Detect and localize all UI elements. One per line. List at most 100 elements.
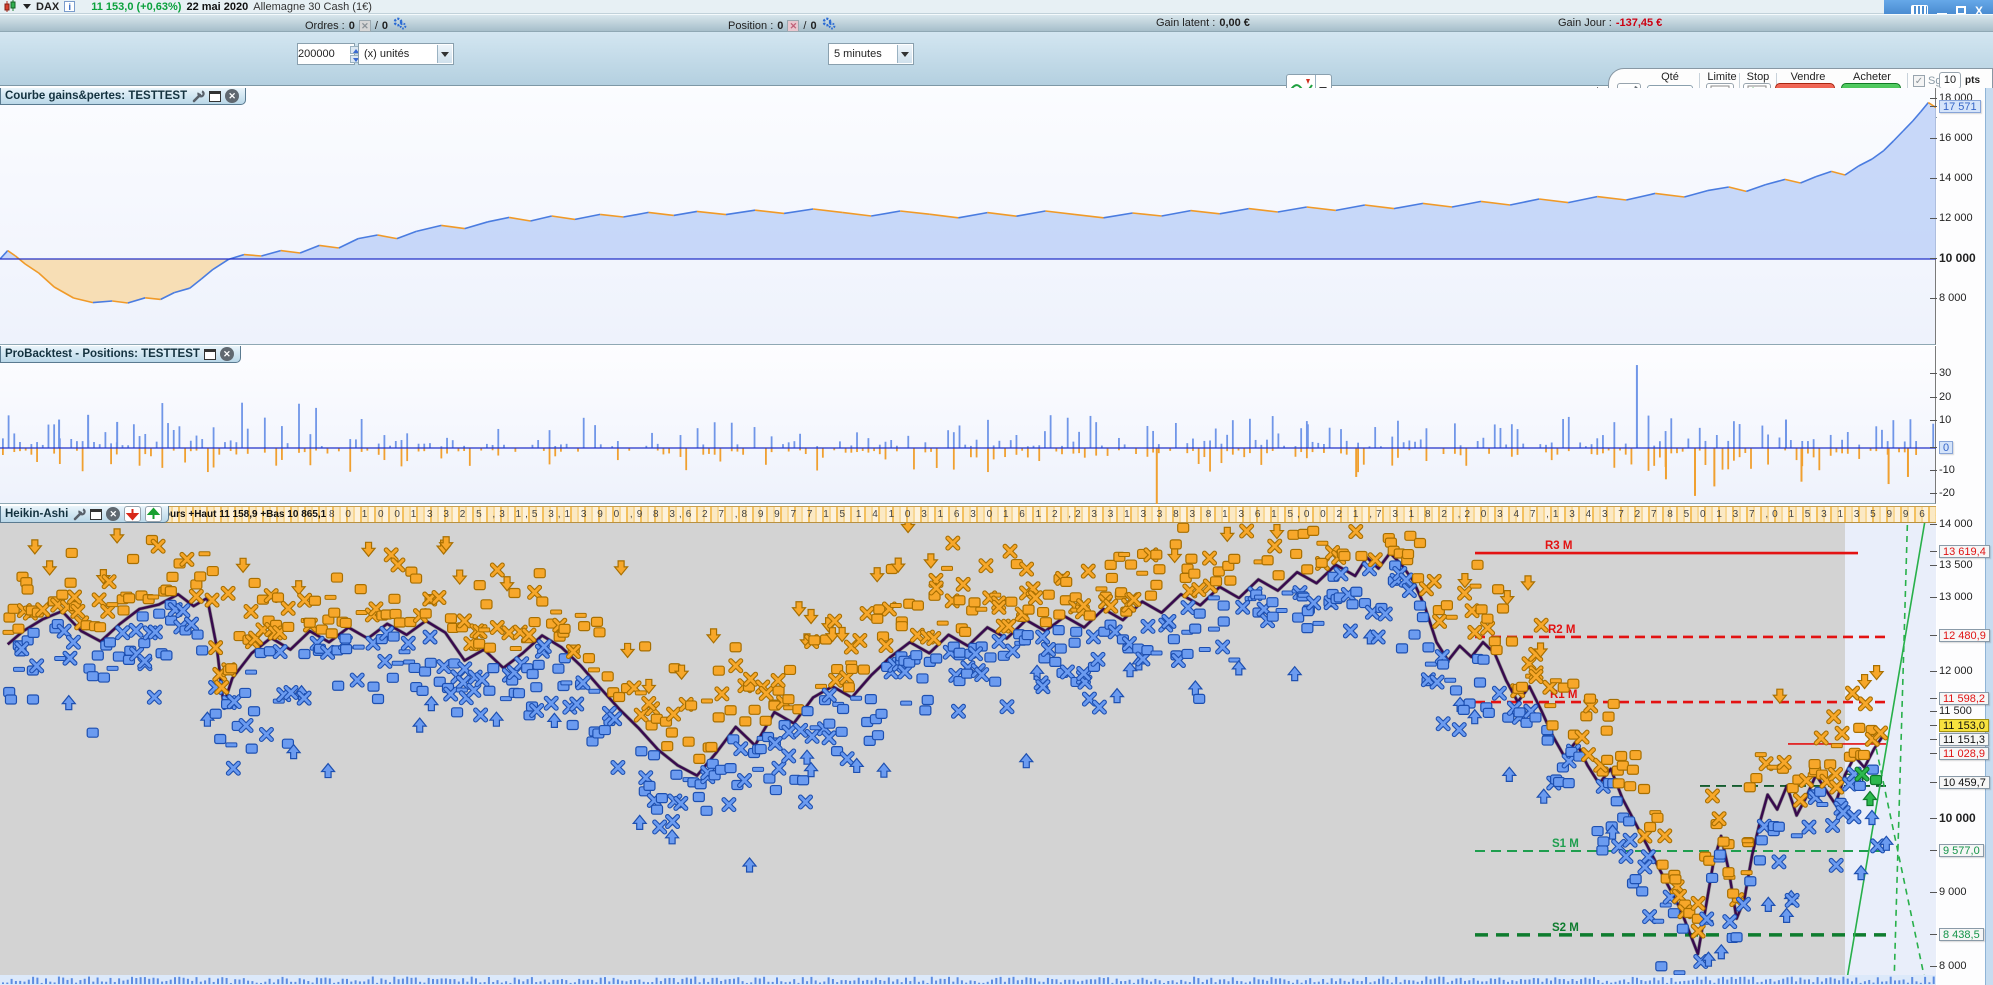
heikin-panel-tab[interactable]: Heikin-Ashi ✕ bbox=[0, 506, 170, 523]
axis-label: 12 000 bbox=[1939, 665, 1973, 677]
axis-label: 10 000 bbox=[1939, 251, 1976, 265]
gain-latent-label: Gain latent : bbox=[1156, 17, 1216, 29]
axis-label: 9 000 bbox=[1939, 886, 1967, 898]
axis-label: 20 bbox=[1939, 391, 1952, 403]
sg-row: ✓ Sg bbox=[1913, 75, 1941, 87]
positions-chart[interactable] bbox=[0, 362, 1936, 504]
quantity-spinner[interactable]: 200000 bbox=[297, 43, 361, 65]
equity-panel-tab[interactable]: Courbe gains&pertes: TESTTEST ✕ bbox=[0, 88, 247, 105]
stop-label: Stop bbox=[1746, 71, 1770, 83]
axis-label: 13 619,4 bbox=[1939, 545, 1990, 558]
axis-tick bbox=[1930, 373, 1937, 374]
window-icon[interactable] bbox=[90, 508, 103, 520]
axis-tick bbox=[1930, 218, 1937, 219]
axis-label: 12 480,9 bbox=[1939, 629, 1990, 642]
axis-label: 13 000 bbox=[1939, 591, 1973, 603]
axis-tick bbox=[1930, 447, 1937, 448]
axis-tick bbox=[1930, 892, 1937, 893]
axis-tick bbox=[1930, 298, 1937, 299]
sell-label: Vendre bbox=[1790, 71, 1826, 83]
axis-tick bbox=[1930, 635, 1937, 636]
close-icon[interactable]: ✕ bbox=[225, 89, 240, 103]
axis-tick bbox=[1930, 493, 1937, 494]
axis-tick bbox=[1930, 98, 1937, 99]
units-selected-option: (x) unités bbox=[364, 48, 410, 60]
sell-marker-button[interactable] bbox=[124, 506, 142, 522]
gain-latent-group: Gain latent : 0,00 € bbox=[1156, 17, 1250, 29]
axis-tick bbox=[1930, 739, 1937, 740]
axis-tick bbox=[1930, 420, 1937, 421]
buy-marker-button[interactable] bbox=[145, 506, 163, 522]
window-icon[interactable] bbox=[209, 90, 222, 102]
heikin-chart[interactable]: R3 MR2 MR1 MMP MS1 MS2 M bbox=[0, 523, 1936, 985]
axis-tick bbox=[1930, 818, 1937, 819]
heikin-info-values: 5 Jours +Haut 11 158,9 +Bas 10 865,1 bbox=[150, 509, 327, 520]
axis-tick bbox=[1930, 966, 1937, 967]
gain-jour-value: -137,45 € bbox=[1615, 17, 1663, 29]
units-dropdown-icon[interactable] bbox=[437, 45, 452, 63]
equity-chart[interactable] bbox=[0, 88, 1936, 345]
close-icon[interactable]: ✕ bbox=[106, 507, 121, 521]
axis-tick bbox=[1930, 106, 1937, 107]
axis-label: 30 bbox=[1939, 367, 1952, 379]
axis-label: 11 028,9 bbox=[1939, 747, 1990, 760]
heikin-info-strip: 5 Jours +Haut 11 158,9 +Bas 10 865,1 8 0… bbox=[150, 506, 1936, 523]
axis-label: 13 500 bbox=[1939, 559, 1973, 571]
instrument-symbol[interactable]: DAX bbox=[36, 1, 59, 13]
quantity-value: 200000 bbox=[298, 48, 335, 60]
status-bar: Ordres : 0 ✕ / 0 Position : 0 ✕ / 0 Gain… bbox=[0, 14, 1993, 32]
axis-label: 10 000 bbox=[1939, 811, 1976, 825]
candlestick-icon bbox=[4, 0, 18, 13]
axis-tick bbox=[1930, 397, 1937, 398]
instrument-date: 22 mai 2020 bbox=[186, 0, 249, 13]
axis-label: 17 571 bbox=[1939, 100, 1981, 113]
close-icon[interactable]: ✕ bbox=[219, 347, 234, 361]
right-scroll-strip[interactable] bbox=[1985, 88, 1993, 985]
svg-text:S2 M: S2 M bbox=[1552, 922, 1579, 934]
axis-label: 11 153,0 bbox=[1939, 719, 1990, 732]
wrench-icon[interactable] bbox=[72, 507, 86, 521]
timeframe-dropdown-icon[interactable] bbox=[897, 45, 912, 63]
gain-latent-value: 0,00 € bbox=[1219, 17, 1250, 29]
axis-label: 11 500 bbox=[1939, 705, 1972, 717]
sg-pts-input[interactable]: 10 bbox=[1939, 72, 1961, 89]
heikin-panel-title: Heikin-Ashi bbox=[5, 508, 69, 520]
limit-label: Limite bbox=[1707, 71, 1737, 83]
orders-count2: 0 bbox=[381, 19, 389, 32]
axis-tick bbox=[1930, 565, 1937, 566]
info-icon[interactable]: i bbox=[64, 1, 76, 12]
axis-tick bbox=[1930, 178, 1937, 179]
units-select[interactable]: (x) unités bbox=[358, 43, 454, 65]
axis-tick bbox=[1930, 934, 1937, 935]
timeframe-select[interactable]: 5 minutes bbox=[828, 43, 914, 65]
axis-tick bbox=[1930, 753, 1937, 754]
axis-tick bbox=[1930, 551, 1937, 552]
axis-label: 8 000 bbox=[1939, 292, 1967, 304]
positions-panel-tab[interactable]: ProBacktest - Positions: TESTTEST ✕ bbox=[0, 346, 241, 363]
wrench-icon[interactable] bbox=[191, 89, 205, 103]
axis-label: 14 000 bbox=[1939, 172, 1973, 184]
sg-pts-unit: pts bbox=[1965, 75, 1980, 86]
axis-tick bbox=[1930, 470, 1937, 471]
position-close-icon[interactable]: ✕ bbox=[787, 19, 800, 32]
equity-panel-title: Courbe gains&pertes: TESTTEST bbox=[5, 90, 188, 102]
axis-tick bbox=[1930, 524, 1937, 525]
axis-label: 8 000 bbox=[1939, 960, 1967, 972]
sg-checkbox[interactable]: ✓ bbox=[1913, 75, 1925, 87]
instrument-description: Allemagne 30 Cash (1€) bbox=[253, 0, 372, 13]
axis-label: 10 bbox=[1939, 414, 1952, 426]
position-count2: 0 bbox=[810, 19, 817, 32]
position-count: 0 bbox=[777, 19, 784, 32]
axis-tick bbox=[1930, 597, 1937, 598]
axis-label: -20 bbox=[1939, 487, 1955, 499]
axis-tick bbox=[1930, 725, 1937, 726]
gain-jour-group: Gain Jour : -137,45 € bbox=[1558, 17, 1662, 29]
instrument-dropdown-icon[interactable] bbox=[23, 4, 31, 9]
axis-label: 10 459,7 bbox=[1939, 776, 1990, 789]
svg-text:R2 M: R2 M bbox=[1548, 624, 1575, 636]
orders-cancel-icon[interactable]: ✕ bbox=[358, 19, 371, 32]
axis-label: 14 000 bbox=[1939, 518, 1973, 530]
window-icon[interactable] bbox=[203, 348, 216, 360]
axis-tick bbox=[1930, 258, 1937, 259]
main-toolbar: 200000 (x) unités 5 minutes Qté Limite S… bbox=[0, 32, 1993, 118]
